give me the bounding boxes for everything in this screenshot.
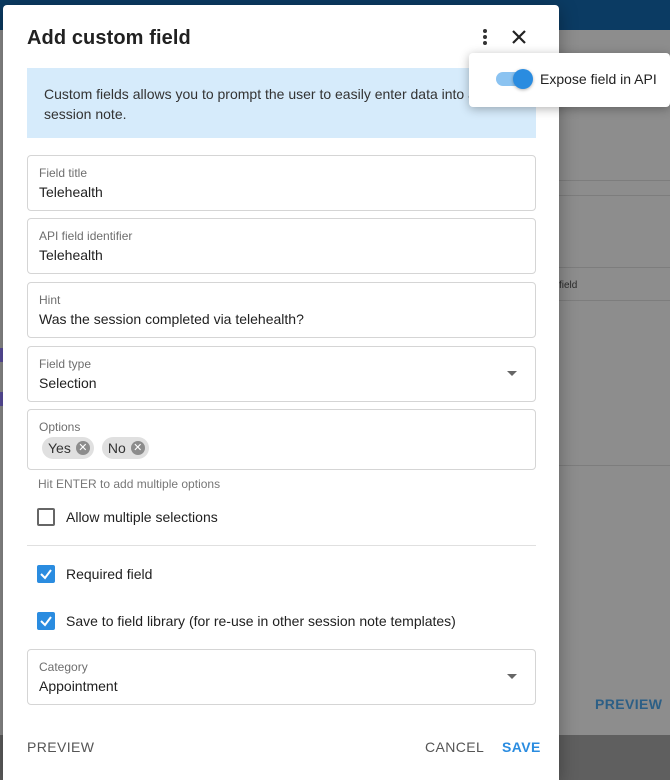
check-icon xyxy=(40,616,52,627)
background-preview-link[interactable]: PREVIEW xyxy=(595,696,662,712)
close-icon xyxy=(511,29,527,50)
chip-remove-icon[interactable]: ✕ xyxy=(75,441,90,455)
more-vert-icon xyxy=(482,28,488,51)
dialog-title: Add custom field xyxy=(27,27,191,49)
hint-input[interactable]: Hint Was the session completed via teleh… xyxy=(27,282,536,338)
expose-api-toggle[interactable] xyxy=(496,69,533,89)
background-field-text: field xyxy=(559,280,578,291)
options-input[interactable]: Options Yes ✕ No ✕ xyxy=(27,409,536,470)
options-chip-list: Yes ✕ No ✕ xyxy=(42,437,149,459)
save-library-label: Save to field library (for re-use in oth… xyxy=(66,613,456,629)
options-label: Options xyxy=(39,420,81,434)
allow-multiple-label: Allow multiple selections xyxy=(66,509,218,525)
options-helper-text: Hit ENTER to add multiple options xyxy=(38,477,221,491)
save-library-checkbox-row[interactable]: Save to field library (for re-use in oth… xyxy=(37,612,456,630)
category-select[interactable]: Category Appointment xyxy=(27,649,536,705)
chip-remove-icon[interactable]: ✕ xyxy=(130,441,145,455)
expose-api-label: Expose field in API xyxy=(540,71,657,87)
field-type-label: Field type xyxy=(39,357,92,371)
field-type-select[interactable]: Field type Selection xyxy=(27,346,536,402)
option-chip: Yes ✕ xyxy=(42,437,94,459)
section-divider xyxy=(27,545,536,546)
field-type-value: Selection xyxy=(39,375,97,391)
cancel-button[interactable]: CANCEL xyxy=(425,739,484,755)
hint-label: Hint xyxy=(39,293,61,307)
category-label: Category xyxy=(39,660,88,674)
api-identifier-input[interactable]: API field identifier Telehealth xyxy=(27,218,536,274)
add-custom-field-dialog: Add custom field Custom fields allows yo… xyxy=(3,5,559,780)
field-title-value: Telehealth xyxy=(39,184,103,200)
chevron-down-icon xyxy=(507,674,517,679)
allow-multiple-checkbox[interactable] xyxy=(37,508,55,526)
save-button[interactable]: SAVE xyxy=(502,739,541,755)
option-chip-label: No xyxy=(107,440,126,456)
required-label: Required field xyxy=(66,566,153,582)
hint-value: Was the session completed via telehealth… xyxy=(39,311,304,327)
required-checkbox[interactable] xyxy=(37,565,55,583)
field-title-label: Field title xyxy=(39,166,88,180)
expose-api-popover: Expose field in API xyxy=(469,53,670,107)
info-text: Custom fields allows you to prompt the u… xyxy=(44,86,476,122)
option-chip: No ✕ xyxy=(101,437,149,459)
check-icon xyxy=(40,569,52,580)
chevron-down-icon xyxy=(507,371,517,376)
category-value: Appointment xyxy=(39,678,118,694)
required-checkbox-row[interactable]: Required field xyxy=(37,565,152,583)
info-banner: Custom fields allows you to prompt the u… xyxy=(27,68,536,138)
field-title-input[interactable]: Field title Telehealth xyxy=(27,155,536,211)
toggle-knob xyxy=(513,69,533,89)
api-identifier-label: API field identifier xyxy=(39,229,133,243)
option-chip-label: Yes xyxy=(48,440,71,456)
allow-multiple-checkbox-row[interactable]: Allow multiple selections xyxy=(37,508,218,526)
preview-button[interactable]: PREVIEW xyxy=(27,739,94,755)
more-options-button[interactable] xyxy=(469,23,501,55)
close-button[interactable] xyxy=(503,23,535,55)
api-identifier-value: Telehealth xyxy=(39,247,103,263)
save-library-checkbox[interactable] xyxy=(37,612,55,630)
